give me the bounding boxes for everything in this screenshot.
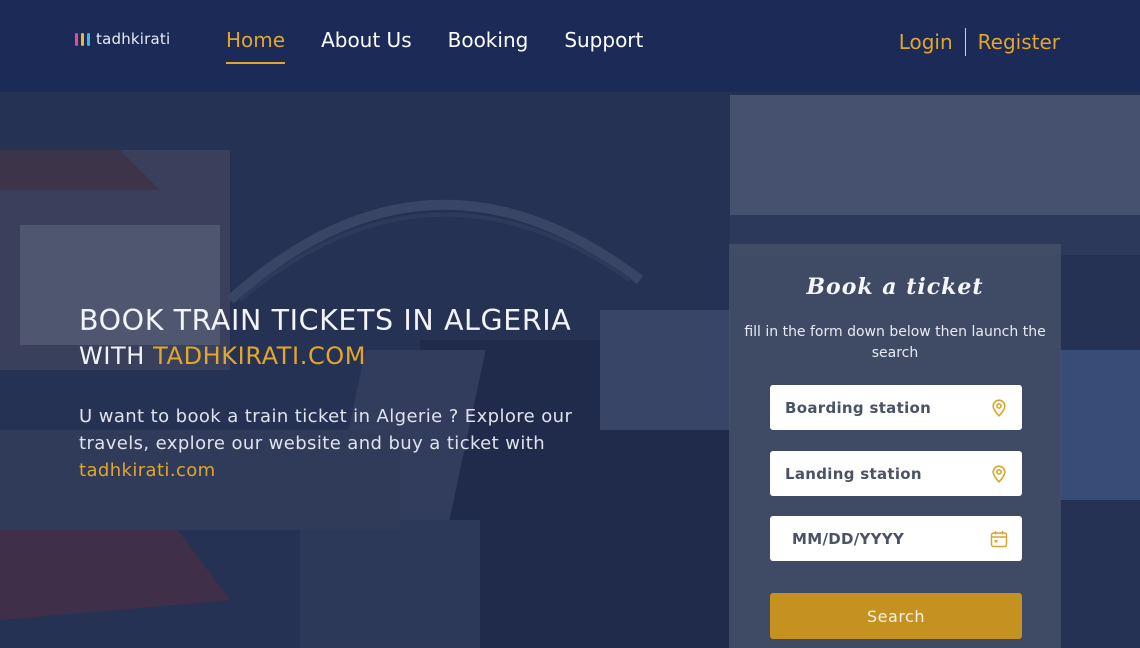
landing-station-input[interactable] [785,464,975,483]
auth-divider [964,28,966,56]
hero-subtitle-brand: TADHKIRATI.COM [153,342,367,370]
date-field[interactable] [770,516,1022,561]
boarding-station-field[interactable] [770,385,1022,430]
nav-booking[interactable]: Booking [448,28,529,52]
hero-title: BOOK TRAIN TICKETS IN ALGERIA [79,304,572,337]
date-input[interactable] [785,529,975,548]
nav-home[interactable]: Home [226,28,286,64]
landing-station-field[interactable] [770,451,1022,496]
hero-description: U want to book a train ticket in Algerie… [79,403,619,484]
nav-about-us[interactable]: About Us [321,28,412,52]
location-pin-icon [990,398,1008,417]
auth-links: Login Register [899,28,1060,56]
hero-description-link[interactable]: tadhkirati.com [79,460,216,481]
calendar-icon[interactable] [990,530,1008,548]
hero-subtitle: WITH TADHKIRATI.COM [79,342,366,370]
logo-bars-icon [75,32,90,46]
nav-support[interactable]: Support [564,28,643,52]
register-link[interactable]: Register [978,30,1060,54]
login-link[interactable]: Login [899,30,953,54]
brand-name: tadhkirati [96,30,171,48]
brand-logo[interactable]: tadhkirati [75,30,170,48]
search-button[interactable]: Search [770,593,1022,639]
booking-title: Book a ticket [806,274,984,300]
hero-subtitle-prefix: WITH [79,342,154,370]
booking-subtitle: fill in the form down below then launch … [744,324,1046,361]
booking-panel: Book a ticket fill in the form down belo… [729,244,1061,648]
boarding-station-input[interactable] [785,398,975,417]
location-pin-icon [990,464,1008,483]
main-nav: Home About Us Booking Support [226,28,643,64]
hero-description-text: U want to book a train ticket in Algerie… [79,406,573,454]
top-navbar: tadhkirati Home About Us Booking Support… [0,0,1140,92]
